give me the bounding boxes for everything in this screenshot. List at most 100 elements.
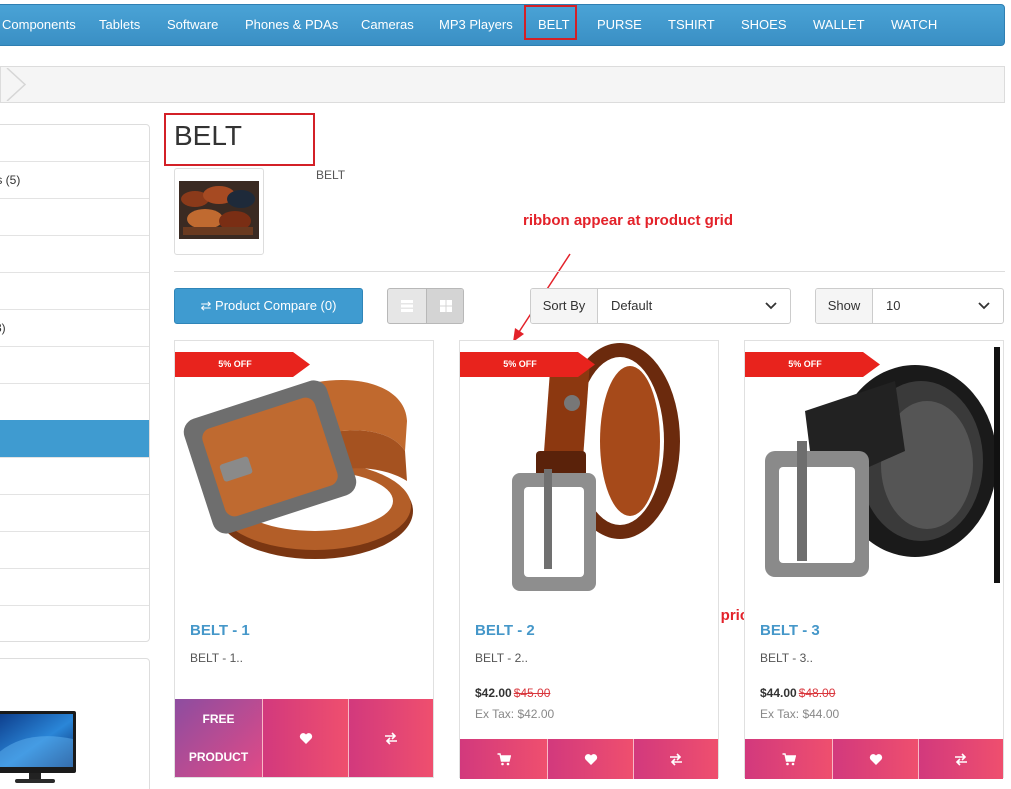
product-name-link[interactable]: BELT - 3 — [760, 622, 820, 639]
nav-item-mp3-players[interactable]: MP3 Players — [439, 5, 513, 45]
add-to-cart-button[interactable] — [460, 739, 547, 779]
divider — [174, 271, 1005, 272]
view-toggle — [387, 288, 464, 324]
free-product-label-line1: FREE — [202, 712, 235, 726]
add-to-cart-button[interactable] — [745, 739, 832, 779]
breadcrumb-separator-icon — [6, 68, 27, 101]
sidebar-item[interactable] — [0, 457, 149, 494]
product-name-link[interactable]: BELT - 2 — [475, 622, 535, 639]
sidebar-item[interactable] — [0, 235, 149, 272]
show-select[interactable]: 10 — [886, 289, 900, 323]
product-card: 5% OFF BELT - 3 BELT - 3.. $44.00 $48.00 … — [744, 340, 1004, 779]
show-label: Show — [816, 289, 873, 323]
chevron-down-icon[interactable] — [977, 300, 991, 312]
compare-icon — [385, 731, 397, 745]
price-new: $42.00 — [475, 686, 512, 700]
price-ex-tax: Ex Tax: $42.00 — [475, 707, 555, 721]
nav-item-shoes[interactable]: SHOES — [741, 5, 787, 45]
product-compare-button[interactable]: ⇄ Product Compare (0) — [174, 288, 363, 324]
product-card: 5% OFF BELT - 2 BELT - 2.. $42.00 $45.00 … — [459, 340, 719, 779]
nav-item-tshirt[interactable]: TSHIRT — [668, 5, 715, 45]
sidebar-item[interactable]: ooks (5) — [0, 161, 149, 198]
wishlist-button[interactable] — [832, 739, 918, 779]
category-description: BELT — [316, 168, 346, 182]
grid-view-button[interactable] — [426, 289, 463, 323]
nav-item-purse[interactable]: PURSE — [597, 5, 642, 45]
compare-icon — [955, 752, 967, 766]
list-view-button[interactable] — [388, 289, 426, 323]
category-sidebar: ooks (5) 3) — [0, 124, 150, 642]
product-image[interactable] — [175, 341, 433, 599]
ribbon-label: 5% OFF — [788, 359, 822, 369]
heart-icon — [584, 753, 597, 765]
free-product-label-line2: PRODUCT — [188, 750, 249, 764]
sidebar-item[interactable] — [0, 383, 149, 420]
sidebar-item[interactable] — [0, 605, 149, 641]
nav-item-phones-pdas[interactable]: Phones & PDAs — [245, 5, 338, 45]
top-navigation: Components Tablets Software Phones & PDA… — [0, 4, 1005, 46]
grid-view-icon — [440, 300, 452, 312]
wishlist-button[interactable] — [547, 739, 633, 779]
highlight-box-belt-nav — [524, 5, 577, 40]
sidebar-item[interactable] — [0, 531, 149, 568]
price-old: $48.00 — [798, 686, 836, 700]
sidebar-banner[interactable] — [0, 658, 150, 789]
product-description: BELT - 1.. — [190, 651, 243, 665]
nav-item-software[interactable]: Software — [167, 5, 218, 45]
heart-icon — [869, 753, 882, 765]
compare-icon — [670, 752, 682, 766]
ribbon-label: 5% OFF — [218, 359, 252, 369]
wishlist-button[interactable] — [262, 699, 348, 777]
free-product-button[interactable]: FREE PRODUCT — [175, 699, 262, 777]
product-image[interactable] — [745, 341, 1003, 599]
sort-by-select[interactable]: Default — [611, 289, 652, 323]
show-group: Show 10 — [815, 288, 1004, 324]
sidebar-item-label: ooks (5) — [0, 173, 21, 187]
compare-button[interactable] — [918, 739, 1003, 779]
product-actions: FREE PRODUCT — [175, 699, 433, 777]
cart-icon — [497, 752, 511, 765]
product-description: BELT - 2.. — [475, 651, 528, 665]
list-view-icon — [401, 300, 413, 312]
nav-item-wallet[interactable]: WALLET — [813, 5, 865, 45]
ribbon-label: 5% OFF — [503, 359, 537, 369]
sidebar-item[interactable]: 3) — [0, 309, 149, 346]
product-image[interactable] — [460, 341, 718, 599]
belt-image — [765, 347, 1000, 583]
belt-image — [183, 379, 413, 559]
sidebar-item-active[interactable] — [0, 420, 149, 457]
product-actions — [745, 739, 1003, 779]
product-description: BELT - 3.. — [760, 651, 813, 665]
price-ex-tax: Ex Tax: $44.00 — [760, 707, 840, 721]
compare-button[interactable] — [348, 699, 433, 777]
chevron-down-icon[interactable] — [764, 300, 778, 312]
annotation-ribbon: ribbon appear at product grid — [523, 212, 734, 229]
sort-by-label: Sort By — [531, 289, 598, 323]
page: Components Tablets Software Phones & PDA… — [0, 0, 1011, 789]
sidebar-item[interactable] — [0, 346, 149, 383]
belt-image — [512, 343, 680, 591]
product-actions — [460, 739, 718, 779]
belts-thumbnail-image — [179, 181, 259, 239]
nav-item-cameras[interactable]: Cameras — [361, 5, 414, 45]
nav-item-tablets[interactable]: Tablets — [99, 5, 140, 45]
monitor-image — [0, 711, 76, 783]
sidebar-item[interactable] — [0, 568, 149, 605]
price-old: $45.00 — [513, 686, 551, 700]
nav-item-watch[interactable]: WATCH — [891, 5, 937, 45]
product-card: 5% OFF BELT - 1 BELT - 1.. FREE PRODUCT — [174, 340, 434, 778]
sidebar-item[interactable] — [0, 198, 149, 235]
cart-icon — [782, 752, 796, 765]
highlight-box-title — [164, 113, 315, 166]
sidebar-item-label: 3) — [0, 321, 6, 335]
product-name-link[interactable]: BELT - 1 — [190, 622, 250, 639]
product-price: $42.00 $45.00 — [475, 686, 550, 700]
category-thumbnail — [174, 168, 264, 255]
sidebar-item[interactable] — [0, 494, 149, 531]
product-price: $44.00 $48.00 — [760, 686, 835, 700]
nav-item-components[interactable]: Components — [2, 5, 76, 45]
sort-by-group: Sort By Default — [530, 288, 791, 324]
sidebar-item[interactable] — [0, 272, 149, 309]
sidebar-item[interactable] — [0, 125, 149, 161]
compare-button[interactable] — [633, 739, 718, 779]
